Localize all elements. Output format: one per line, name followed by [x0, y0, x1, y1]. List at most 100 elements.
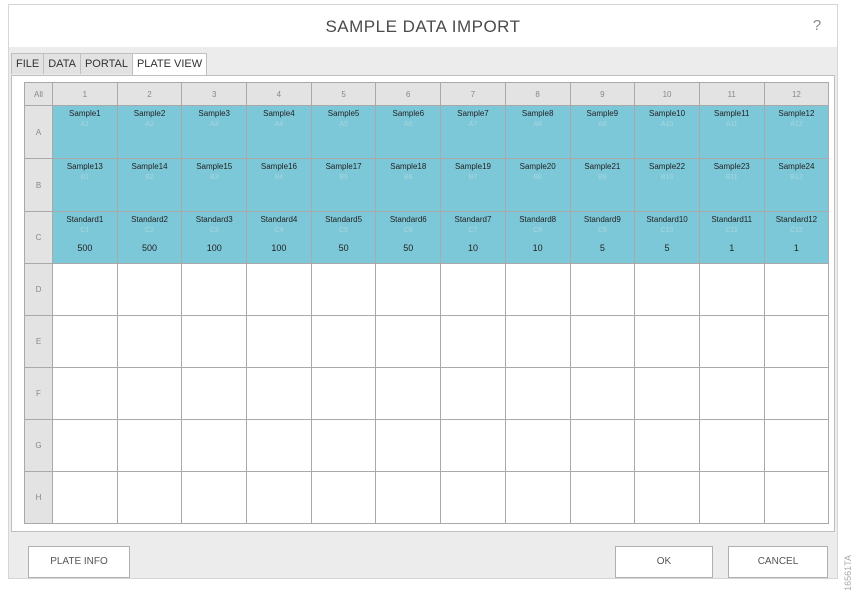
plate-well[interactable]: Sample20 B8 — [504, 158, 571, 212]
plate-well[interactable] — [310, 471, 377, 524]
plate-well[interactable]: Sample17 B5 — [310, 158, 377, 212]
plate-well[interactable] — [375, 367, 442, 420]
plate-well[interactable] — [698, 315, 765, 368]
plate-well[interactable] — [569, 315, 636, 368]
plate-well[interactable]: Sample3 A3 — [181, 105, 248, 159]
plate-well[interactable]: Sample10 A10 — [634, 105, 700, 159]
row-header[interactable]: A — [24, 105, 53, 159]
plate-well[interactable]: Sample14 B2 — [116, 158, 183, 212]
column-header[interactable]: 8 — [504, 82, 571, 106]
plate-well[interactable] — [375, 263, 442, 316]
plate-well[interactable] — [375, 419, 442, 472]
plate-well[interactable]: Sample1 A1 — [52, 105, 118, 159]
plate-well[interactable]: Standard4 C4 100 — [246, 211, 312, 264]
plate-well[interactable]: Sample7 A7 — [440, 105, 506, 159]
column-header[interactable]: 4 — [246, 82, 312, 106]
plate-well[interactable] — [569, 419, 636, 472]
plate-well[interactable] — [504, 471, 571, 524]
cancel-button[interactable]: CANCEL — [728, 546, 828, 578]
plate-well[interactable]: Sample15 B3 — [181, 158, 248, 212]
plate-well[interactable]: Standard1 C1 500 — [52, 211, 118, 264]
plate-well[interactable] — [440, 471, 506, 524]
plate-well[interactable] — [116, 419, 183, 472]
column-header[interactable]: 2 — [116, 82, 183, 106]
plate-well[interactable]: Sample8 A8 — [504, 105, 571, 159]
plate-well[interactable]: Standard10 C10 5 — [634, 211, 700, 264]
plate-well[interactable] — [440, 419, 506, 472]
row-header[interactable]: H — [24, 471, 53, 524]
column-header[interactable]: 3 — [181, 82, 248, 106]
plate-well[interactable]: Sample4 A4 — [246, 105, 312, 159]
plate-well[interactable] — [181, 367, 248, 420]
plate-well[interactable] — [116, 263, 183, 316]
plate-well[interactable] — [375, 315, 442, 368]
plate-well[interactable] — [440, 263, 506, 316]
plate-well[interactable]: Sample5 A5 — [310, 105, 377, 159]
plate-well[interactable] — [52, 263, 118, 316]
plate-well[interactable]: Standard6 C6 50 — [375, 211, 442, 264]
plate-well[interactable] — [504, 315, 571, 368]
row-header[interactable]: G — [24, 419, 53, 472]
plate-well[interactable]: Standard2 C2 500 — [116, 211, 183, 264]
plate-well[interactable]: Standard3 C3 100 — [181, 211, 248, 264]
select-all-corner[interactable]: All — [24, 82, 53, 106]
plate-well[interactable] — [440, 367, 506, 420]
plate-well[interactable]: Sample23 B11 — [698, 158, 765, 212]
plate-well[interactable] — [634, 315, 700, 368]
plate-well[interactable]: Sample18 B6 — [375, 158, 442, 212]
plate-well[interactable]: Sample16 B4 — [246, 158, 312, 212]
tab-plate-view[interactable]: PLATE VIEW — [131, 53, 208, 76]
plate-well[interactable] — [634, 367, 700, 420]
tab-data[interactable]: DATA — [43, 53, 81, 74]
plate-well[interactable]: Standard8 C8 10 — [504, 211, 571, 264]
plate-well[interactable]: Sample2 A2 — [116, 105, 183, 159]
plate-well[interactable]: Standard9 C9 5 — [569, 211, 636, 264]
plate-well[interactable] — [116, 315, 183, 368]
plate-well[interactable] — [763, 419, 830, 472]
tab-portal[interactable]: PORTAL — [79, 53, 133, 74]
plate-well[interactable] — [181, 263, 248, 316]
plate-well[interactable] — [504, 419, 571, 472]
plate-well[interactable] — [181, 419, 248, 472]
plate-well[interactable] — [116, 471, 183, 524]
column-header[interactable]: 11 — [698, 82, 765, 106]
plate-well[interactable] — [569, 263, 636, 316]
plate-well[interactable] — [375, 471, 442, 524]
plate-well[interactable] — [181, 315, 248, 368]
plate-info-button[interactable]: PLATE INFO — [28, 546, 130, 578]
row-header[interactable]: C — [24, 211, 53, 264]
plate-well[interactable]: Sample22 B10 — [634, 158, 700, 212]
plate-well[interactable] — [310, 419, 377, 472]
column-header[interactable]: 12 — [763, 82, 830, 106]
plate-well[interactable] — [504, 263, 571, 316]
plate-well[interactable] — [763, 367, 830, 420]
plate-well[interactable]: Standard12 C12 1 — [763, 211, 830, 264]
row-header[interactable]: D — [24, 263, 53, 316]
plate-well[interactable]: Sample6 A6 — [375, 105, 442, 159]
plate-well[interactable] — [52, 471, 118, 524]
plate-well[interactable] — [246, 263, 312, 316]
column-header[interactable]: 9 — [569, 82, 636, 106]
plate-well[interactable] — [504, 367, 571, 420]
plate-well[interactable] — [634, 471, 700, 524]
row-header[interactable]: F — [24, 367, 53, 420]
plate-well[interactable]: Sample9 A9 — [569, 105, 636, 159]
plate-well[interactable]: Standard11 C11 1 — [698, 211, 765, 264]
plate-well[interactable]: Sample24 B12 — [763, 158, 830, 212]
plate-well[interactable]: Standard5 C5 50 — [310, 211, 377, 264]
plate-well[interactable] — [634, 419, 700, 472]
column-header[interactable]: 6 — [375, 82, 442, 106]
plate-well[interactable] — [763, 315, 830, 368]
plate-well[interactable]: Standard7 C7 10 — [440, 211, 506, 264]
plate-well[interactable] — [116, 367, 183, 420]
plate-well[interactable] — [698, 419, 765, 472]
plate-well[interactable] — [698, 367, 765, 420]
column-header[interactable]: 10 — [634, 82, 700, 106]
plate-well[interactable]: Sample19 B7 — [440, 158, 506, 212]
plate-well[interactable]: Sample21 B9 — [569, 158, 636, 212]
plate-well[interactable] — [52, 367, 118, 420]
tab-file[interactable]: FILE — [11, 53, 45, 74]
row-header[interactable]: E — [24, 315, 53, 368]
plate-well[interactable] — [246, 471, 312, 524]
plate-well[interactable] — [698, 263, 765, 316]
